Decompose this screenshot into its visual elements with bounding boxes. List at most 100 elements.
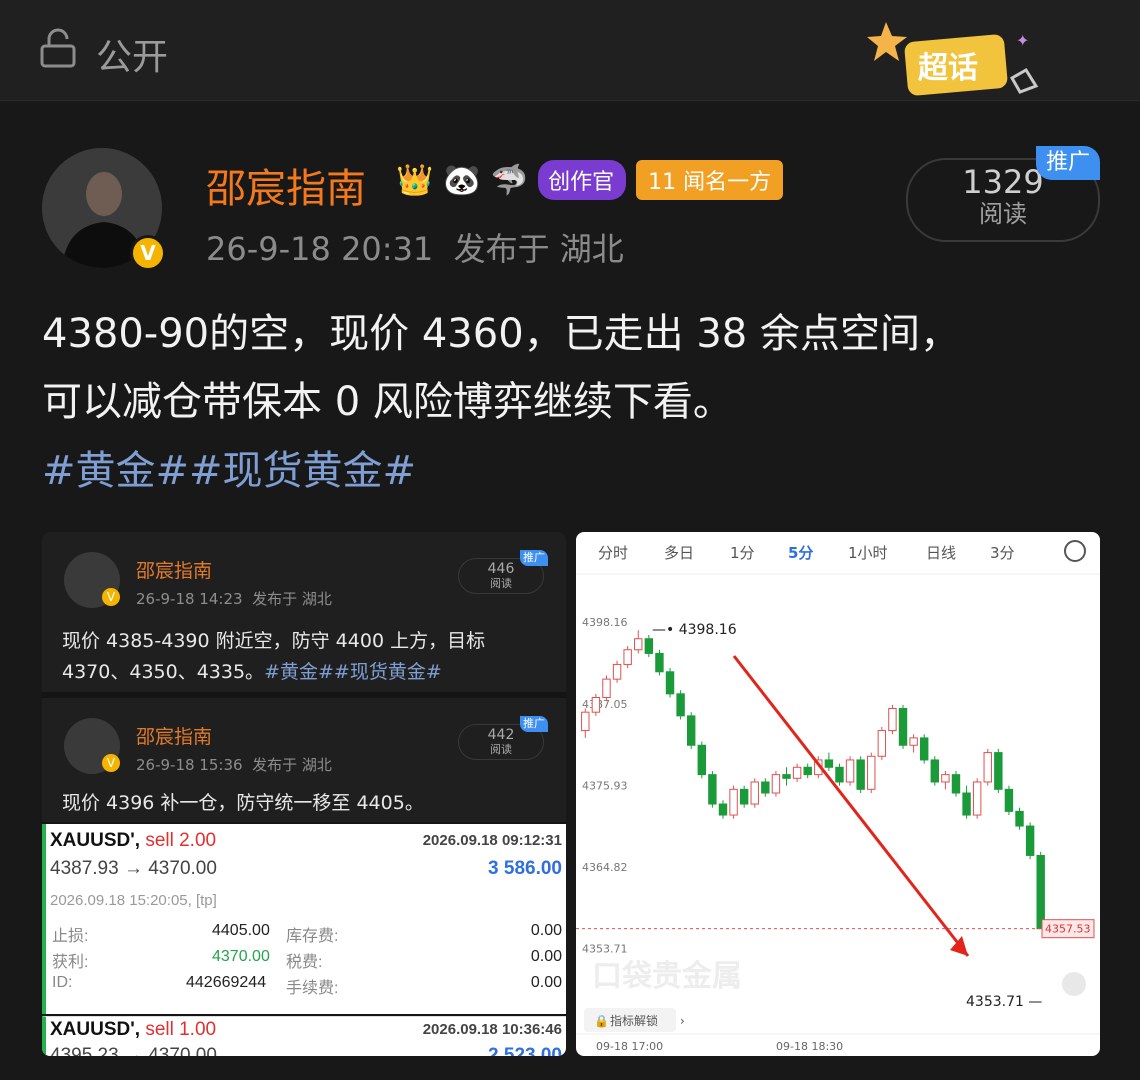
trend-arrow-head (950, 936, 968, 956)
candlestick-chart: 口袋贵金属 4398.16 4387.05 4375.93 4364.82 4353.7… (576, 573, 1100, 1053)
promote-badge[interactable]: 推广 (1036, 146, 1100, 180)
quoted-post-1: V 邵宸指南 26-9-18 14:23 发布于 湖北 446 阅读 推广 现价 … (42, 532, 566, 692)
quoted-post-2: V 邵宸指南 26-9-18 15:36 发布于 湖北 442 阅读 推广 现价 … (42, 698, 566, 822)
author-name[interactable]: 邵宸指南 (206, 156, 366, 214)
quoted-text: 现价 4396 补一仓，防守统一移至 4405。 (62, 792, 424, 814)
order-symbol-text: XAUUSD', (50, 830, 141, 851)
current-price-label: 4357.53 (1045, 923, 1091, 936)
x-label: 09-18 17:00 (596, 1040, 663, 1053)
quoted-text: 现价 4385-4390 附近空，防守 4400 上方，目标 4370、4350… (62, 626, 552, 688)
super-topic-button[interactable]: 超话 ✦ (866, 18, 1046, 104)
candle-body (729, 788, 738, 816)
quoted-time: 26-9-18 15:36 (136, 756, 243, 774)
candle-body (655, 652, 664, 673)
quoted-read-count: 442 (487, 727, 515, 743)
order-prices: 4387.93 → 4370.00 (50, 858, 217, 879)
quoted-read-label: 阅读 (490, 743, 512, 756)
candle-body (718, 803, 728, 816)
quoted-location: 发布于 湖北 (252, 756, 332, 774)
candle-body (898, 708, 908, 746)
candle-body (591, 697, 601, 713)
y-tick-label: 4375.93 (582, 780, 628, 793)
shark-icon[interactable]: 🦈 (491, 163, 528, 198)
candle-body (951, 774, 961, 794)
quoted-promote-badge: 推广 (520, 716, 548, 732)
super-topic-icon: 超话 ✦ (867, 22, 1039, 96)
candle-body (644, 638, 654, 654)
panda-icon[interactable]: 🐼 (443, 163, 480, 198)
post-time: 26-9-18 20:31 (206, 230, 434, 268)
quoted-tags: #黄金##现货黄金# (264, 661, 442, 683)
y-tick-label: 4364.82 (582, 861, 628, 874)
y-tick-label: 4387.05 (582, 698, 628, 711)
quoted-text-plain: 4370、4350、4335。 (62, 661, 265, 683)
x-label: 09-18 18:30 (776, 1040, 843, 1053)
order-profit: 3 586.00 (488, 858, 562, 879)
chart-watermark: 口袋贵金属 (592, 959, 742, 994)
fee-label: 手续费: (286, 980, 339, 997)
quoted-time: 26-9-18 14:23 (136, 590, 243, 608)
post-image-1[interactable]: V 邵宸指南 26-9-18 14:23 发布于 湖北 446 阅读 推广 现价 … (42, 532, 566, 1056)
candle-body (782, 774, 791, 779)
candle-body (1015, 810, 1024, 827)
crown-icon[interactable]: 👑 (396, 163, 433, 198)
verified-badge-icon: V (102, 754, 120, 772)
creator-badge[interactable]: 创作官 (538, 160, 627, 200)
top-bar: 公开 超话 ✦ (0, 0, 1140, 101)
y-tick-label: 4398.16 (582, 616, 628, 629)
fame-badge-label: 闻名一方 (683, 170, 772, 195)
lock-icon (40, 28, 76, 68)
candle-body (1036, 854, 1045, 930)
high-label: —• 4398.16 (652, 622, 737, 638)
candle-body (824, 759, 834, 768)
svg-text:›: › (680, 1014, 685, 1028)
candle-body (739, 788, 749, 805)
trend-arrow (732, 655, 970, 957)
quoted-read-label: 阅读 (490, 577, 512, 590)
candle-body (708, 774, 717, 805)
swap-value: 0.00 (530, 922, 562, 939)
post-tags[interactable]: #黄金##现货黄金# (42, 438, 416, 496)
post-image-2[interactable]: 分时 多日 1分 5分 1小时 日线 3分 口袋贵金属 4398.16 4387.05 4375… (576, 532, 1100, 1056)
candle-body (983, 752, 992, 783)
order-prices: 4395.23 → 4370.00 (50, 1045, 217, 1056)
swap-label: 库存费: (286, 928, 339, 945)
order-open-time: 2026.09.18 10:36:46 (422, 1021, 562, 1038)
post-location: 发布于 湖北 (453, 230, 624, 268)
candle-body (1025, 825, 1035, 856)
candle-body (581, 711, 590, 732)
quoted-read-count: 446 (487, 561, 515, 577)
order-open-time: 2026.09.18 09:12:31 (422, 832, 562, 849)
order-profit: 2 523.00 (488, 1045, 562, 1056)
fame-badge[interactable]: 11 闻名一方 (636, 160, 784, 200)
quoted-author: 邵宸指南 (136, 560, 213, 582)
candle-body (867, 755, 876, 790)
expand-icon (1062, 972, 1086, 996)
lock-icon: 🔒 (594, 1014, 609, 1028)
y-tick-label: 4353.71 (582, 943, 628, 956)
post-text-line1: 4380-90的空，现价 4360，已走出 38 余点空间， (42, 311, 960, 357)
quoted-meta: 26-9-18 15:36 发布于 湖北 (136, 754, 332, 775)
candle-body (792, 766, 802, 779)
candle-body (697, 744, 707, 776)
order-record-2: XAUUSD', sell 1.00 2026.09.18 10:36:46 4… (42, 1016, 566, 1056)
order-close-time: 2026.09.18 15:20:05, [tp] (50, 892, 217, 909)
badge-row: 👑 🐼 🦈 创作官 11 闻名一方 (396, 160, 784, 200)
quoted-text-line2: 4370、4350、4335。#黄金##现货黄金# (62, 657, 552, 688)
candle-body (919, 737, 929, 761)
tax-value: 0.00 (530, 948, 562, 965)
fame-level: 11 (648, 170, 677, 195)
order-side: sell 1.00 (145, 1019, 217, 1040)
verified-badge-icon: V (102, 588, 120, 606)
post-meta: 26-9-18 20:31 发布于 湖北 (206, 224, 624, 270)
quoted-meta: 26-9-18 14:23 发布于 湖北 (136, 588, 332, 609)
post-text: 4380-90的空，现价 4360，已走出 38 余点空间， 可以减仓带保本 0… (42, 300, 1102, 436)
candle-body (623, 649, 632, 665)
tp-value: 4370.00 (212, 948, 270, 965)
candle-body (634, 638, 643, 651)
verified-badge-icon: V (130, 235, 166, 271)
candle-body (972, 781, 982, 816)
order-side: sell 2.00 (145, 830, 217, 851)
candle-body (994, 752, 1003, 790)
visibility-label[interactable]: 公开 (96, 28, 168, 80)
